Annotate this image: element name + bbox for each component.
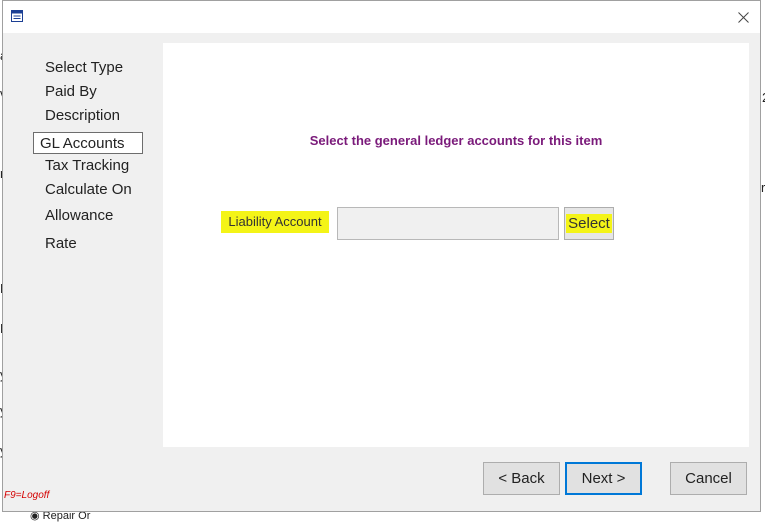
select-account-button[interactable]: Select — [564, 207, 614, 240]
step-paid-by[interactable]: Paid By — [39, 81, 103, 103]
back-button[interactable]: < Back — [483, 462, 560, 495]
step-rate[interactable]: Rate — [39, 233, 83, 255]
step-tax-tracking[interactable]: Tax Tracking — [39, 155, 135, 177]
close-icon — [737, 11, 749, 23]
instruction-text: Select the general ledger accounts for t… — [309, 133, 603, 148]
select-button-label: Select — [566, 214, 612, 233]
liability-account-field[interactable] — [337, 207, 559, 240]
step-calculate-on[interactable]: Calculate On — [39, 179, 138, 201]
content-panel: Select the general ledger accounts for t… — [163, 43, 749, 447]
next-button[interactable]: Next > — [565, 462, 642, 495]
step-select-type[interactable]: Select Type — [39, 57, 129, 79]
step-gl-accounts[interactable]: GL Accounts — [33, 132, 143, 154]
logoff-hint: F9=Logoff — [4, 490, 50, 501]
cancel-button[interactable]: Cancel — [670, 462, 747, 495]
bg-text: ro — [761, 180, 765, 195]
title-bar — [3, 1, 760, 33]
wizard-dialog: Select Type Paid By Description GL Accou… — [2, 0, 761, 512]
step-allowance[interactable]: Allowance — [39, 205, 119, 227]
window-app-icon — [11, 10, 23, 22]
step-description[interactable]: Description — [39, 105, 126, 127]
close-button[interactable] — [726, 1, 760, 33]
liability-account-label: Liability Account — [221, 211, 329, 233]
